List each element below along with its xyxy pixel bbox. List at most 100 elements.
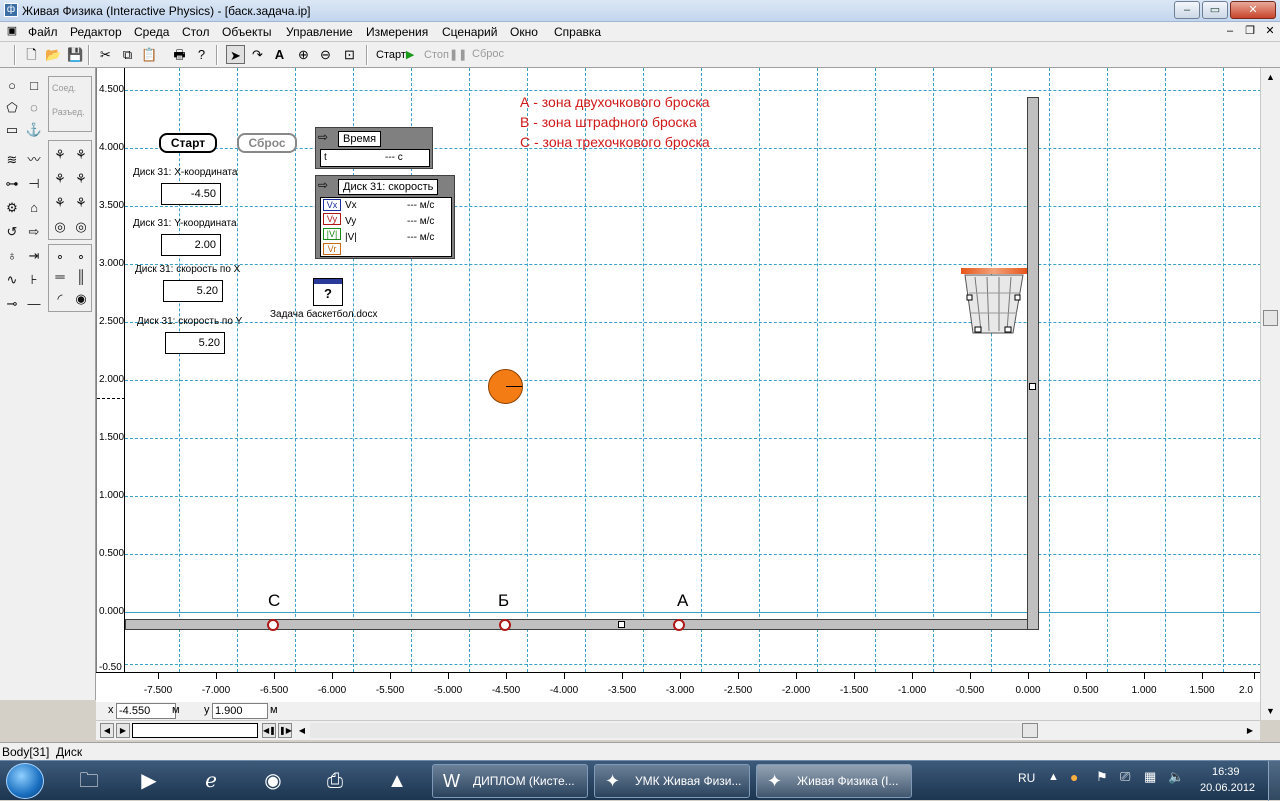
new-file-icon[interactable]: 🗋: [22, 45, 41, 64]
hscroll-right-icon[interactable]: ▶: [1244, 723, 1256, 738]
tray-app-icon[interactable]: ●: [1070, 769, 1078, 785]
clock-time[interactable]: 16:39: [1212, 766, 1240, 778]
damper-tool-icon[interactable]: ⊶: [2, 174, 22, 194]
copy-icon[interactable]: ⧉: [118, 45, 137, 64]
spring-line-tool-icon[interactable]: 〰: [24, 150, 44, 170]
taskbar-umk[interactable]: ✦ УМК Живая Физи...: [594, 764, 750, 798]
rod-tool-icon[interactable]: ⊸: [2, 294, 22, 314]
lock2-tool-icon[interactable]: ⚘: [71, 193, 91, 213]
torque2-tool-icon[interactable]: ⚘: [71, 145, 91, 165]
frame-forward-icon[interactable]: ▶: [116, 723, 130, 738]
gear-tool-icon[interactable]: ⚙: [2, 198, 22, 218]
print-icon[interactable]: 🖶: [170, 45, 189, 64]
tray-expand-icon[interactable]: ▲: [1048, 771, 1059, 783]
menu-table[interactable]: Стол: [182, 25, 209, 39]
tray-volume-icon[interactable]: 🔈: [1168, 769, 1184, 785]
lock-tool-icon[interactable]: ⚘: [50, 193, 70, 213]
playback-slider[interactable]: [132, 723, 258, 738]
joint-tool-icon[interactable]: ⚘: [50, 169, 70, 189]
close-button[interactable]: ✕: [1230, 1, 1276, 19]
tray-flag-icon[interactable]: ⚑: [1096, 769, 1108, 785]
velocity-meter[interactable]: ⇨ Диск 31: скорость Vx Vx --- м/с Vy Vy …: [315, 175, 455, 259]
vertical-scrollbar[interactable]: ▲ ▼: [1260, 68, 1280, 720]
menu-editor[interactable]: Редактор: [70, 25, 122, 39]
time-meter[interactable]: ⇨ Время t --- c: [315, 127, 433, 169]
open-folder-icon[interactable]: 📂: [44, 45, 63, 64]
polygon-tool-icon[interactable]: ⬠: [2, 98, 22, 118]
start-orb-icon[interactable]: [6, 763, 44, 799]
circle-tool-icon[interactable]: ○: [2, 76, 22, 96]
zone-marker-b[interactable]: [499, 619, 511, 631]
taskbar-physics-app[interactable]: ✦ Живая Физика (I...: [756, 764, 912, 798]
x-coord-input[interactable]: -4.50: [161, 183, 221, 205]
rectangle-tool-icon[interactable]: □: [24, 76, 44, 96]
motor-tool-icon[interactable]: ⇥: [24, 246, 44, 266]
torque-tool-icon[interactable]: ⚘: [50, 145, 70, 165]
menu-window[interactable]: Окно: [510, 25, 538, 39]
taskbar-word-document[interactable]: W ДИПЛОМ (Кисте...: [432, 764, 588, 798]
toolbar-stop-button[interactable]: Стоп❚❚: [424, 48, 467, 61]
floor[interactable]: [125, 619, 1039, 630]
spring-tool-icon[interactable]: ≋: [2, 150, 22, 170]
menu-help[interactable]: Справка: [554, 25, 601, 39]
scroll-up-icon[interactable]: ▲: [1261, 68, 1280, 86]
menu-environment[interactable]: Среда: [134, 25, 169, 39]
join-button[interactable]: Соед.: [52, 83, 76, 93]
reset-button[interactable]: Сброс: [237, 133, 297, 153]
avast-taskbar-icon[interactable]: ▲: [382, 767, 412, 795]
ie-taskbar-icon[interactable]: ℯ: [196, 767, 226, 795]
document-icon[interactable]: ▣: [4, 24, 20, 39]
meter-arrow-icon[interactable]: ⇨: [318, 178, 328, 192]
backboard[interactable]: [1027, 97, 1039, 630]
damper-line-tool-icon[interactable]: ⊣: [24, 174, 44, 194]
help-icon[interactable]: ?: [192, 45, 211, 64]
app-icon[interactable]: ф: [4, 3, 18, 17]
hoop-net[interactable]: [961, 273, 1027, 337]
line-tool-icon[interactable]: —: [24, 294, 44, 314]
first-frame-icon[interactable]: ◀❚: [262, 723, 276, 738]
hscroll-thumb[interactable]: [1022, 723, 1038, 738]
last-frame-icon[interactable]: ❚▶: [278, 723, 292, 738]
zone-marker-a[interactable]: [673, 619, 685, 631]
rope-tool-icon[interactable]: ↺: [2, 222, 22, 242]
wheel-tool-icon[interactable]: ◎: [50, 217, 70, 237]
scroll-down-icon[interactable]: ▼: [1261, 702, 1280, 720]
menu-file[interactable]: Файл: [28, 25, 58, 39]
save-icon[interactable]: 💾: [66, 45, 85, 64]
mdi-restore-icon[interactable]: ❐: [1242, 24, 1258, 39]
y-velocity-input[interactable]: 5.20: [165, 332, 225, 354]
menu-measurements[interactable]: Измерения: [366, 25, 428, 39]
tray-device-icon[interactable]: ⎚: [1120, 769, 1130, 785]
pin-joint[interactable]: [1029, 383, 1036, 390]
chrome-taskbar-icon[interactable]: ◉: [258, 767, 288, 795]
hscroll-left-icon[interactable]: ◀: [296, 723, 308, 738]
tray-network-icon[interactable]: ▦: [1144, 769, 1156, 785]
paste-icon[interactable]: 📋: [140, 45, 159, 64]
circle-slot-icon[interactable]: ◉: [71, 289, 91, 309]
explorer-taskbar-icon[interactable]: 🗀: [74, 767, 104, 795]
zoom-out-icon[interactable]: ⊖: [316, 45, 335, 64]
split-button[interactable]: Разъед.: [52, 107, 85, 117]
toolbar-reset-button[interactable]: Сброс: [472, 48, 504, 60]
mdi-close-icon[interactable]: ✕: [1262, 24, 1278, 39]
meter-arrow-icon[interactable]: ⇨: [318, 130, 328, 144]
point2-tool-icon[interactable]: ∘: [71, 247, 91, 267]
minimize-button[interactable]: –: [1174, 1, 1200, 19]
basketball-disk[interactable]: [488, 369, 523, 404]
slot-tool-icon[interactable]: ⊦: [24, 270, 44, 290]
force-tool-icon[interactable]: ⇨: [24, 222, 44, 242]
menu-objects[interactable]: Объекты: [222, 25, 272, 39]
printer-taskbar-icon[interactable]: ⎙: [320, 767, 350, 795]
wheel2-tool-icon[interactable]: ◎: [71, 217, 91, 237]
plane-tool-icon[interactable]: ▭: [2, 120, 22, 140]
vscroll-thumb[interactable]: [1263, 310, 1278, 326]
start-button[interactable]: Старт: [159, 133, 217, 153]
document-object[interactable]: ?: [313, 278, 343, 306]
zone-marker-c[interactable]: [267, 619, 279, 631]
frame-back-icon[interactable]: ◀: [100, 723, 114, 738]
pulley-tool-icon[interactable]: ⌂: [24, 198, 44, 218]
workspace[interactable]: 4.500 4.000 3.500 3.000 2.500 2.000 1.50…: [96, 68, 1260, 672]
rotate-tool-icon[interactable]: ↷: [248, 45, 267, 64]
media-player-taskbar-icon[interactable]: ▶: [134, 767, 164, 795]
joint2-tool-icon[interactable]: ⚘: [71, 169, 91, 189]
